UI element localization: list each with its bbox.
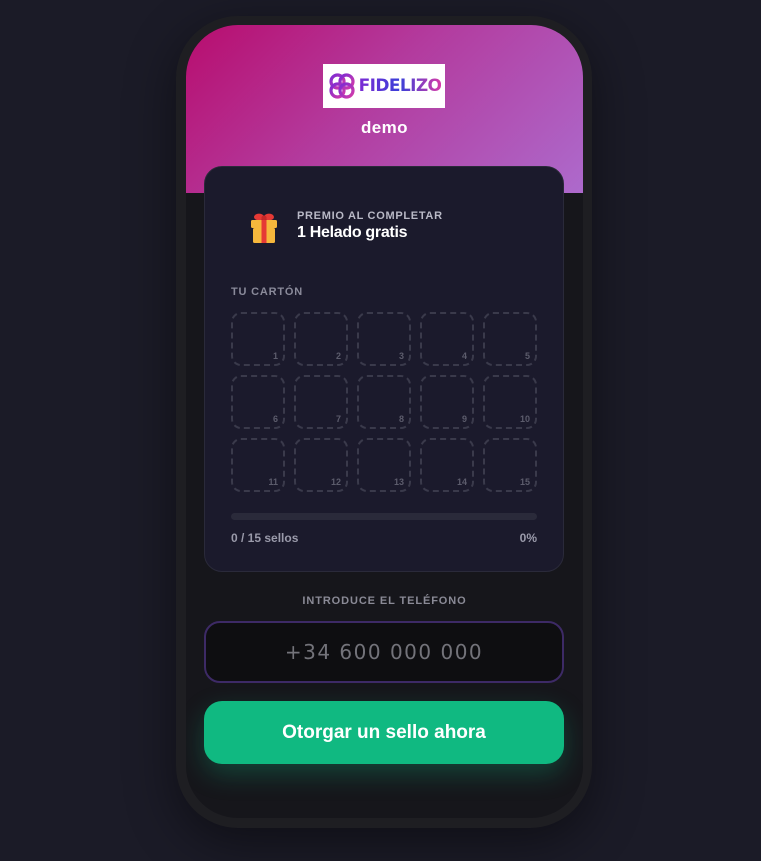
app-screen: FIDELIZO demo PREMIO AL COMPLETAR 1 Hela… (186, 25, 583, 818)
stamp-slot: 5 (483, 312, 537, 366)
stamp-grid: 1 2 3 4 5 6 7 8 9 10 11 12 13 14 15 (231, 312, 537, 492)
stamp-slot-number: 13 (393, 477, 404, 487)
stamp-slot-number: 3 (398, 351, 404, 361)
reward-title: 1 Helado gratis (297, 224, 408, 241)
stamp-slot-number: 6 (272, 414, 278, 424)
brand-logo-text: FIDELIZO (358, 76, 442, 96)
stamp-slot: 10 (483, 375, 537, 429)
stamp-slot-number: 8 (398, 414, 404, 424)
stamp-card-label: TU CARTÓN (231, 286, 303, 298)
stamp-slot: 4 (420, 312, 474, 366)
stamp-slot-number: 2 (335, 351, 341, 361)
loyalty-card: PREMIO AL COMPLETAR 1 Helado gratis TU C… (204, 166, 564, 572)
stamp-slot: 11 (231, 438, 285, 492)
progress-bar (231, 513, 537, 520)
stamp-slot-number: 10 (519, 414, 530, 424)
grant-stamp-button[interactable]: Otorgar un sello ahora (204, 701, 564, 764)
stamp-slot: 1 (231, 312, 285, 366)
stamp-slot: 8 (357, 375, 411, 429)
stamp-slot: 2 (294, 312, 348, 366)
stamp-slot-number: 7 (335, 414, 341, 424)
stamp-slot-number: 9 (461, 414, 467, 424)
stamp-slot-number: 12 (330, 477, 341, 487)
phone-input[interactable] (204, 621, 564, 683)
stamp-slot-number: 14 (456, 477, 467, 487)
stamp-slot: 6 (231, 375, 285, 429)
infinity-logo-icon (328, 73, 355, 99)
progress-count: 0 / 15 sellos (231, 531, 299, 545)
stamp-slot-number: 1 (272, 351, 278, 361)
stamp-slot-number: 5 (524, 351, 530, 361)
stamp-slot-number: 11 (268, 477, 278, 487)
stamp-slot: 15 (483, 438, 537, 492)
stamp-slot: 9 (420, 375, 474, 429)
phone-field-label: INTRODUCE EL TELÉFONO (302, 595, 467, 607)
stamp-slot: 12 (294, 438, 348, 492)
business-name: demo (361, 118, 408, 137)
stamp-slot-number: 15 (519, 477, 530, 487)
progress-percent: 0% (519, 531, 537, 545)
stamp-slot: 3 (357, 312, 411, 366)
stamp-slot: 14 (420, 438, 474, 492)
stamp-slot: 13 (357, 438, 411, 492)
stamp-slot: 7 (294, 375, 348, 429)
gift-icon (251, 213, 277, 243)
brand-logo: FIDELIZO (323, 64, 445, 108)
stamp-slot-number: 4 (461, 351, 467, 361)
reward-kicker: PREMIO AL COMPLETAR (297, 210, 443, 222)
